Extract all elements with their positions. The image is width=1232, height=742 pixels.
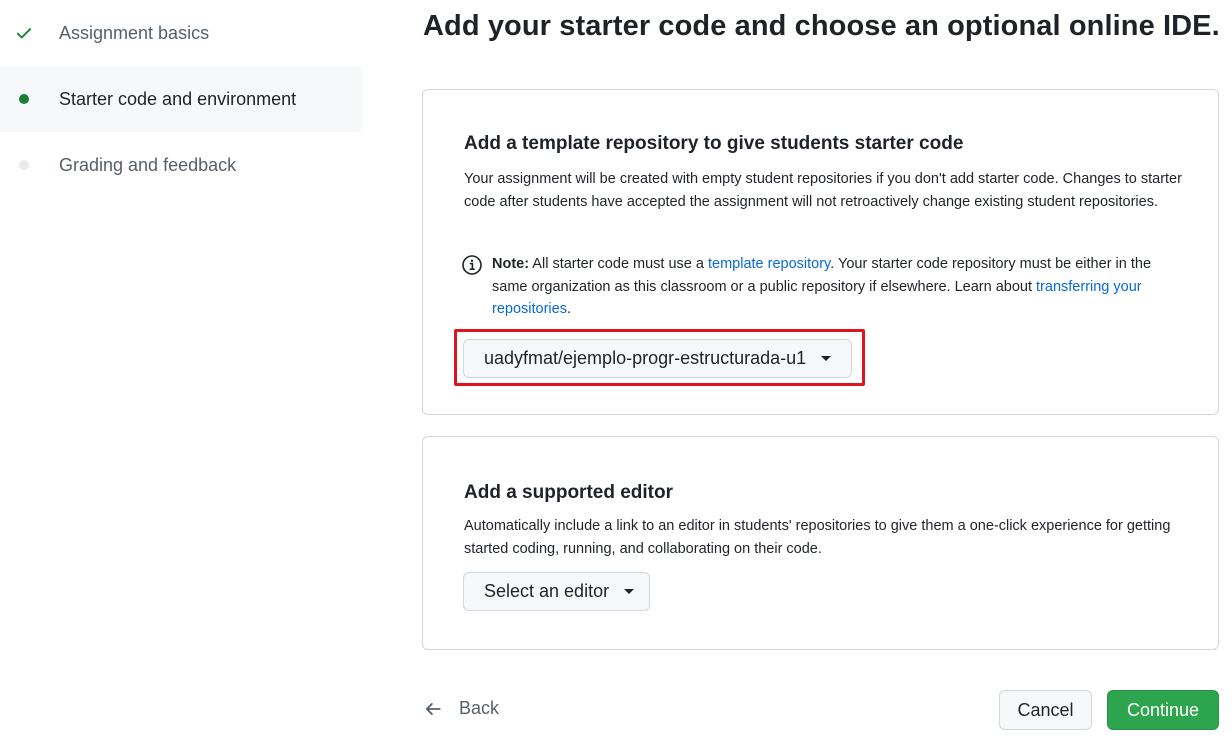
editor-select-dropdown[interactable]: Select an editor xyxy=(463,572,650,611)
step-label: Grading and feedback xyxy=(59,154,237,175)
current-step-dot-icon xyxy=(14,89,34,109)
step-grading-feedback[interactable]: Grading and feedback xyxy=(0,132,362,198)
back-label: Back xyxy=(459,698,500,718)
continue-button[interactable]: Continue xyxy=(1107,690,1219,730)
caret-down-icon xyxy=(624,589,635,594)
repository-select-dropdown[interactable]: uadyfmat/ejemplo-progr-estructurada-u1 xyxy=(463,339,852,378)
note-text-part: . xyxy=(566,301,571,317)
step-assignment-basics[interactable]: Assignment basics xyxy=(0,0,362,66)
step-label: Starter code and environment xyxy=(59,88,297,109)
step-starter-code[interactable]: Starter code and environment xyxy=(0,66,362,132)
note-label: Note: xyxy=(492,256,530,272)
assignment-steps-sidebar: Assignment basics Starter code and envir… xyxy=(0,0,362,198)
template-repository-link[interactable]: template repository xyxy=(708,256,830,272)
supported-editor-card: Add a supported editor Automatically inc… xyxy=(422,436,1219,650)
checkmark-icon xyxy=(14,23,34,43)
editor-select-label: Select an editor xyxy=(484,581,610,601)
template-description: Your assignment will be created with emp… xyxy=(464,171,1182,210)
template-note: Note: All starter code must use a templa… xyxy=(461,253,1181,321)
step-label: Assignment basics xyxy=(59,22,210,43)
note-text: Note: All starter code must use a templa… xyxy=(492,253,1181,321)
template-heading: Add a template repository to give studen… xyxy=(464,133,964,154)
note-text-part: All starter code must use a xyxy=(532,256,704,272)
caret-down-icon xyxy=(821,356,832,361)
template-repository-card: Add a template repository to give studen… xyxy=(422,89,1219,415)
cancel-button[interactable]: Cancel xyxy=(999,690,1092,730)
selected-repository: uadyfmat/ejemplo-progr-estructurada-u1 xyxy=(484,348,807,368)
info-icon xyxy=(461,254,483,276)
page-title: Add your starter code and choose an opti… xyxy=(423,10,1220,42)
upcoming-step-dot-icon xyxy=(14,155,34,175)
back-link[interactable]: Back xyxy=(424,698,499,719)
arrow-left-icon xyxy=(424,700,442,718)
editor-description: Automatically include a link to an edito… xyxy=(464,518,1171,557)
editor-heading: Add a supported editor xyxy=(464,482,673,503)
